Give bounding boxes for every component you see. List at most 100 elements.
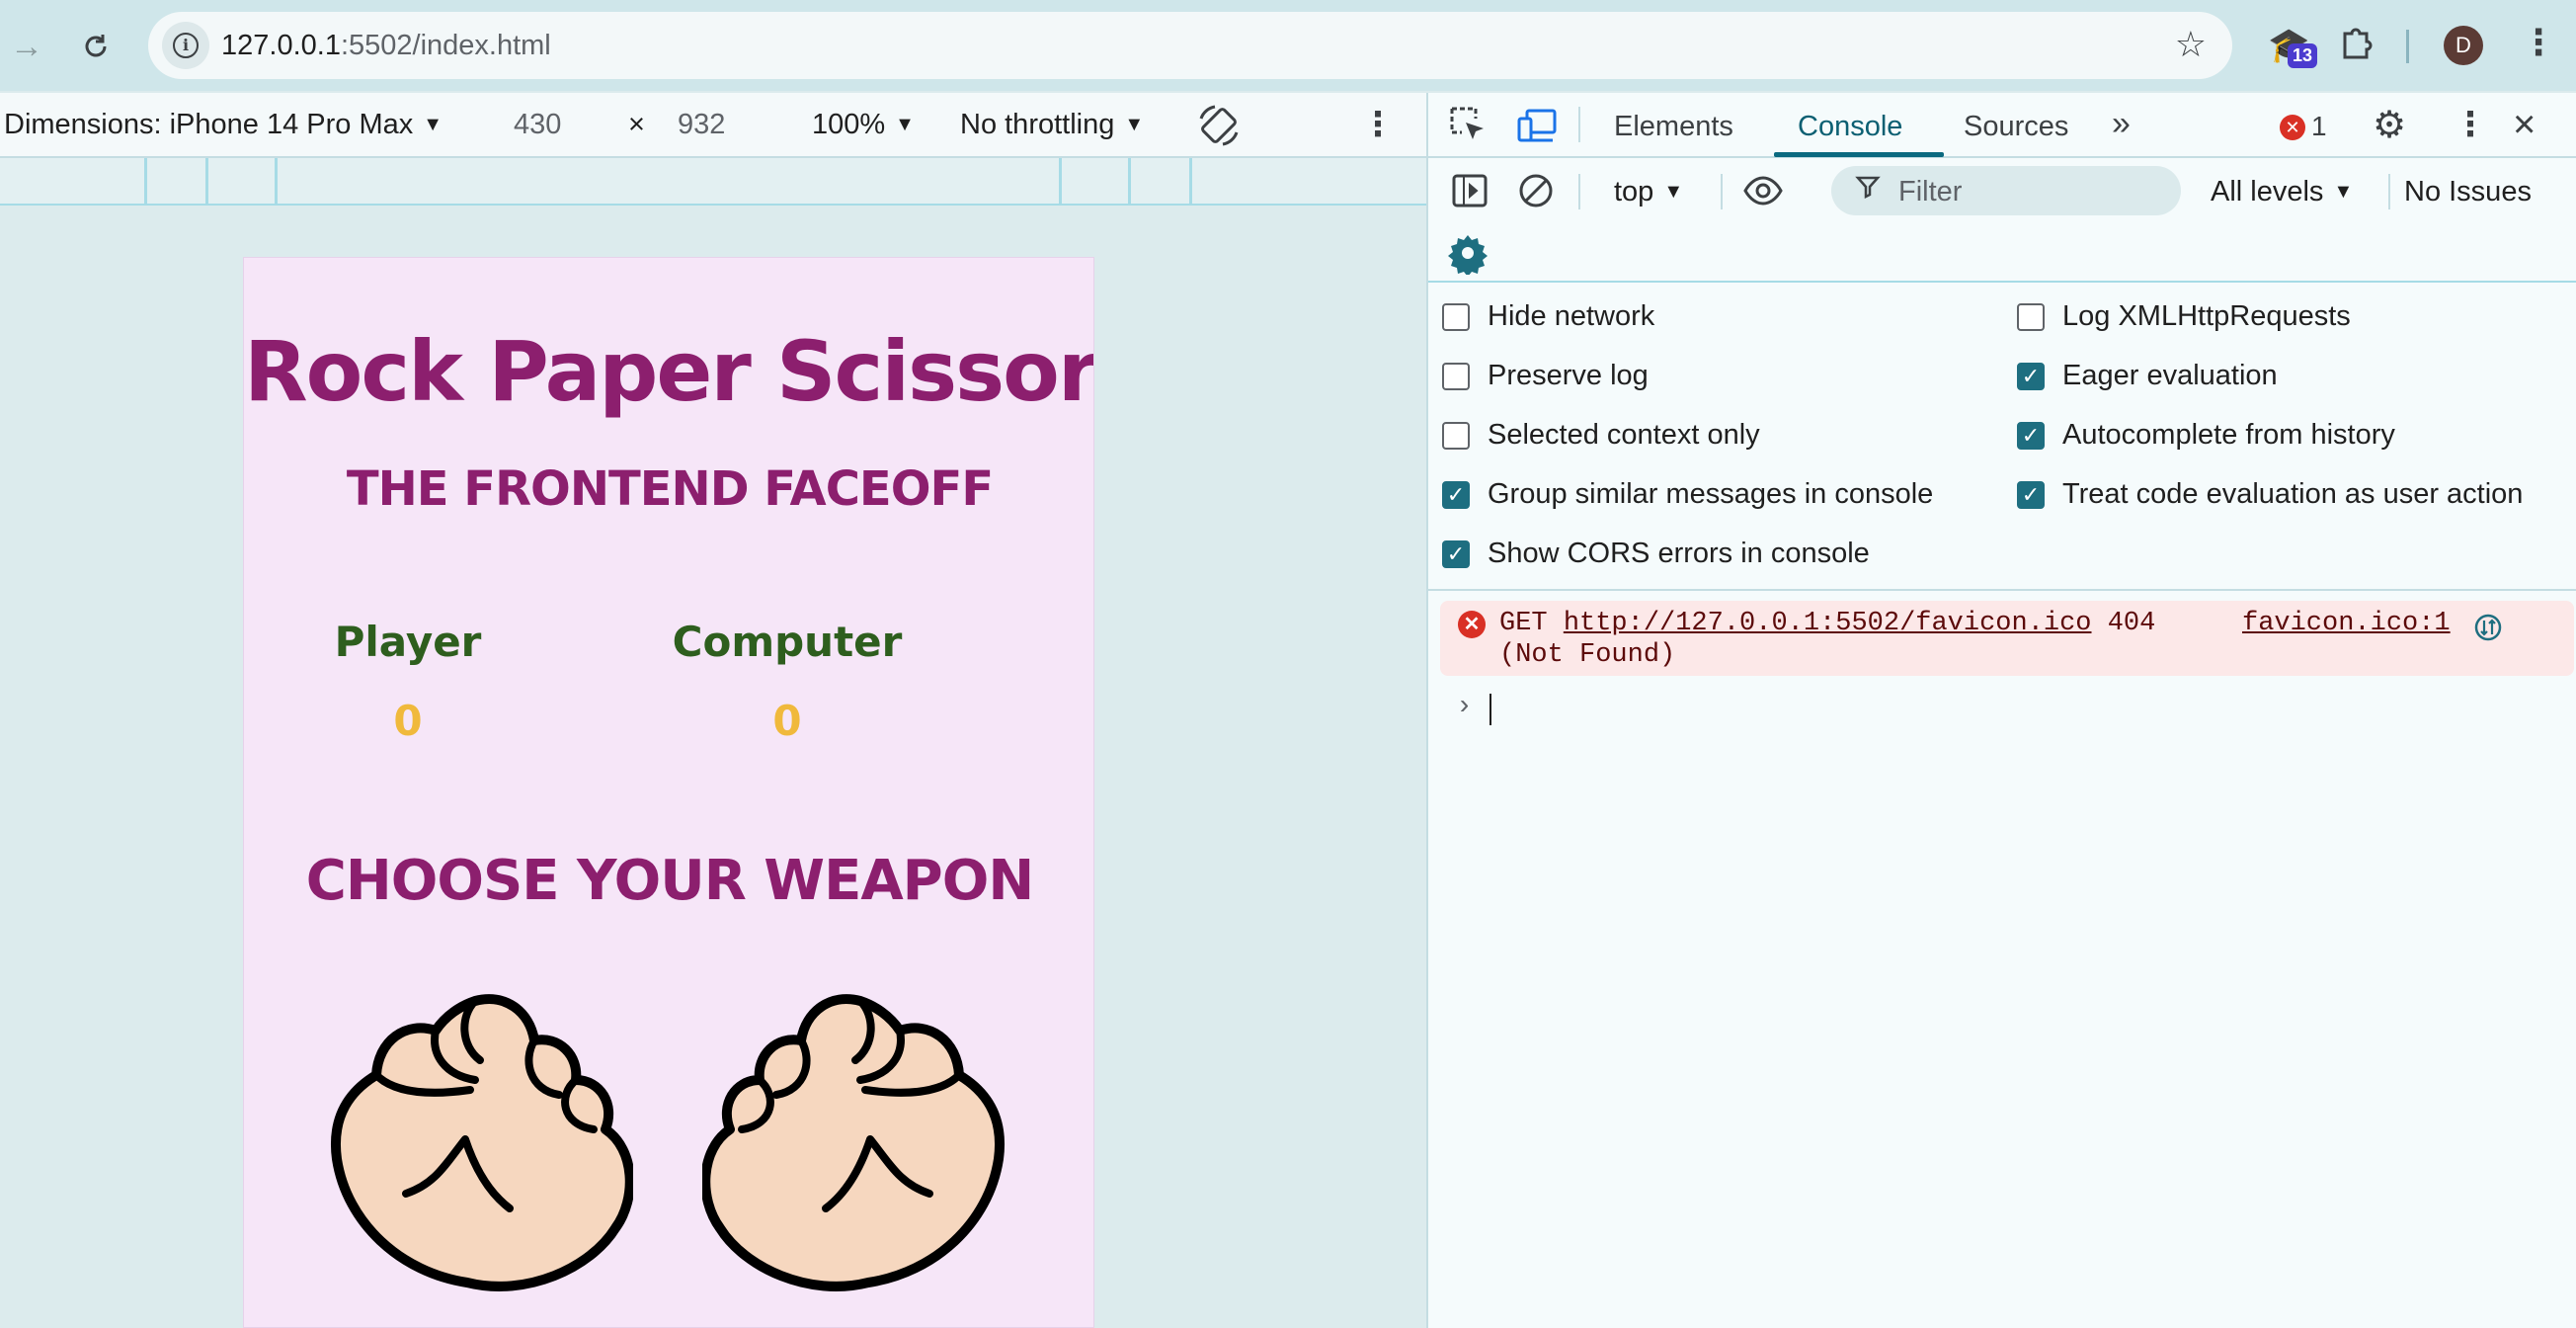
checkbox[interactable]: ✓ [1442,480,1470,509]
network-request-icon[interactable] [2473,613,2503,642]
extension-graduation-cap-icon[interactable]: 🎓 13 [2264,22,2319,71]
extensions-puzzle-icon[interactable] [2337,24,2375,70]
devtools-menu-icon[interactable]: ⋮ [2454,105,2487,144]
chevron-down-icon: ▼ [2333,181,2354,203]
browser-menu-icon[interactable]: ⋮ [2521,22,2556,63]
player-score: 0 [393,697,423,745]
issues-button[interactable]: No Issues [2404,176,2532,208]
console-setting-option[interactable]: Log XMLHttpRequests [2017,300,2351,333]
option-label: Group similar messages in console [1488,478,1934,510]
checkbox[interactable] [1442,302,1470,331]
bookmark-star-icon[interactable]: ☆ [2175,24,2207,65]
devtools-tab-bar: Elements Console Sources » ✕ 1 ⚙ ⋮ × [1428,93,2576,158]
chevron-down-icon: ▼ [423,114,443,135]
tab-elements[interactable]: Elements [1614,111,1733,143]
option-label: Selected context only [1488,419,1760,451]
error-status: 404 [2107,609,2156,638]
tab-console[interactable]: Console [1798,111,1902,143]
console-filter-input[interactable]: Filter [1831,166,2181,215]
console-error-message[interactable]: ✕ GET http://127.0.0.1:5502/favicon.ico … [1440,601,2574,676]
close-devtools-icon[interactable]: × [2513,103,2536,147]
profile-avatar[interactable]: D [2444,26,2483,65]
tab-sources[interactable]: Sources [1964,111,2068,143]
console-setting-option[interactable]: ✓ Show CORS errors in console [1442,538,1870,570]
console-prompt-icon: › [1456,692,1473,722]
device-toolbar-menu-icon[interactable]: ⋮ [1361,105,1395,144]
media-query-ruler[interactable] [0,158,1426,206]
console-setting-option[interactable]: ✓ Autocomplete from history [2017,419,2395,452]
chevron-down-icon: ▼ [1124,114,1145,135]
ruler-segment[interactable] [1128,158,1131,206]
forward-icon[interactable]: → [2,22,51,71]
sidebar-toggle-icon[interactable] [1450,170,1491,211]
console-settings-gear-icon[interactable] [1446,231,1489,275]
option-label: Log XMLHttpRequests [2062,300,2351,332]
devtools-settings-gear-icon[interactable]: ⚙ [2373,103,2406,147]
console-setting-option[interactable]: ✓ Treat code evaluation as user action [2017,478,2523,511]
inspect-element-icon[interactable] [1448,105,1491,146]
url-text[interactable]: 127.0.0.1:5502/index.html [221,30,551,62]
toolbar-divider [1721,174,1723,209]
checkbox[interactable]: ✓ [2017,421,2045,450]
computer-score: 0 [772,697,802,745]
ruler-segment[interactable] [205,158,208,206]
address-bar[interactable]: i 127.0.0.1:5502/index.html ☆ [148,12,2232,79]
device-height-input[interactable]: 932 [678,109,725,141]
site-info-icon[interactable]: i [162,22,209,69]
reload-icon[interactable] [71,22,121,71]
extension-badge: 13 [2288,43,2318,68]
game-subtitle: THE FRONTEND FACEOFF [346,461,994,517]
console-input-caret[interactable] [1489,694,1491,725]
error-method: GET [1499,609,1548,638]
device-toolbar: Dimensions: iPhone 14 Pro Max ▼ 430 × 932… [0,93,1426,158]
emulated-viewport: Rock Paper Scissors THE FRONTEND FACEOFF… [0,206,1426,1328]
zoom-select[interactable]: 100% ▼ [812,109,915,141]
checkbox[interactable] [1442,421,1470,450]
option-label: Treat code evaluation as user action [2062,478,2524,510]
checkbox[interactable]: ✓ [2017,480,2045,509]
ruler-segment[interactable] [1059,158,1062,206]
console-setting-option[interactable]: Selected context only [1442,419,1760,452]
checkbox[interactable] [1442,362,1470,390]
toolbar-divider [2388,174,2390,209]
toolbar-divider [2406,30,2409,63]
throttling-select[interactable]: No throttling ▼ [960,109,1144,141]
console-toolbar: top ▼ Filter All levels ▼ No Issues [1428,158,2576,223]
device-toggle-icon[interactable] [1515,105,1559,146]
checkbox[interactable]: ✓ [1442,540,1470,568]
more-tabs-icon[interactable]: » [2112,105,2131,143]
live-expression-eye-icon[interactable] [1742,170,1784,211]
settings-divider [1428,589,2576,591]
error-source-link[interactable]: favicon.ico:1 [2242,609,2451,638]
computer-label: Computer [672,618,903,666]
ruler-segment[interactable] [144,158,147,206]
option-label: Show CORS errors in console [1488,538,1870,569]
checkbox[interactable]: ✓ [2017,362,2045,390]
option-label: Autocomplete from history [2062,419,2395,451]
filter-placeholder: Filter [1898,176,1963,208]
choose-weapon-heading: CHOOSE YOUR WEAPON [305,849,1034,913]
toolbar-divider [1578,174,1580,209]
game-page: Rock Paper Scissors THE FRONTEND FACEOFF… [243,257,1094,1328]
console-setting-option[interactable]: Preserve log [1442,360,1649,392]
console-setting-option[interactable]: ✓ Group similar messages in console [1442,478,1933,511]
clear-console-icon[interactable] [1515,170,1557,211]
error-counter[interactable]: ✕ 1 [2280,111,2327,142]
dimension-times-label: × [628,109,645,140]
console-setting-option[interactable]: ✓ Eager evaluation [2017,360,2278,392]
context-select[interactable]: top ▼ [1614,176,1683,208]
device-dimensions-select[interactable]: Dimensions: iPhone 14 Pro Max ▼ [4,109,443,141]
option-label: Preserve log [1488,360,1649,391]
console-setting-option[interactable]: Hide network [1442,300,1654,333]
checkbox[interactable] [2017,302,2045,331]
ruler-segment[interactable] [275,158,278,206]
game-title: Rock Paper Scissors [244,323,1094,420]
device-width-input[interactable]: 430 [514,109,561,141]
error-url-link[interactable]: http://127.0.0.1:5502/favicon.ico [1564,609,2092,638]
rotate-icon[interactable] [1195,103,1243,148]
error-icon: ✕ [1458,611,1486,638]
log-levels-select[interactable]: All levels ▼ [2211,176,2353,208]
ruler-segment[interactable] [1189,158,1192,206]
devtools-panel: Elements Console Sources » ✕ 1 ⚙ ⋮ × top ▼ [1426,93,2576,1328]
computer-fist-icon [702,994,1005,1291]
